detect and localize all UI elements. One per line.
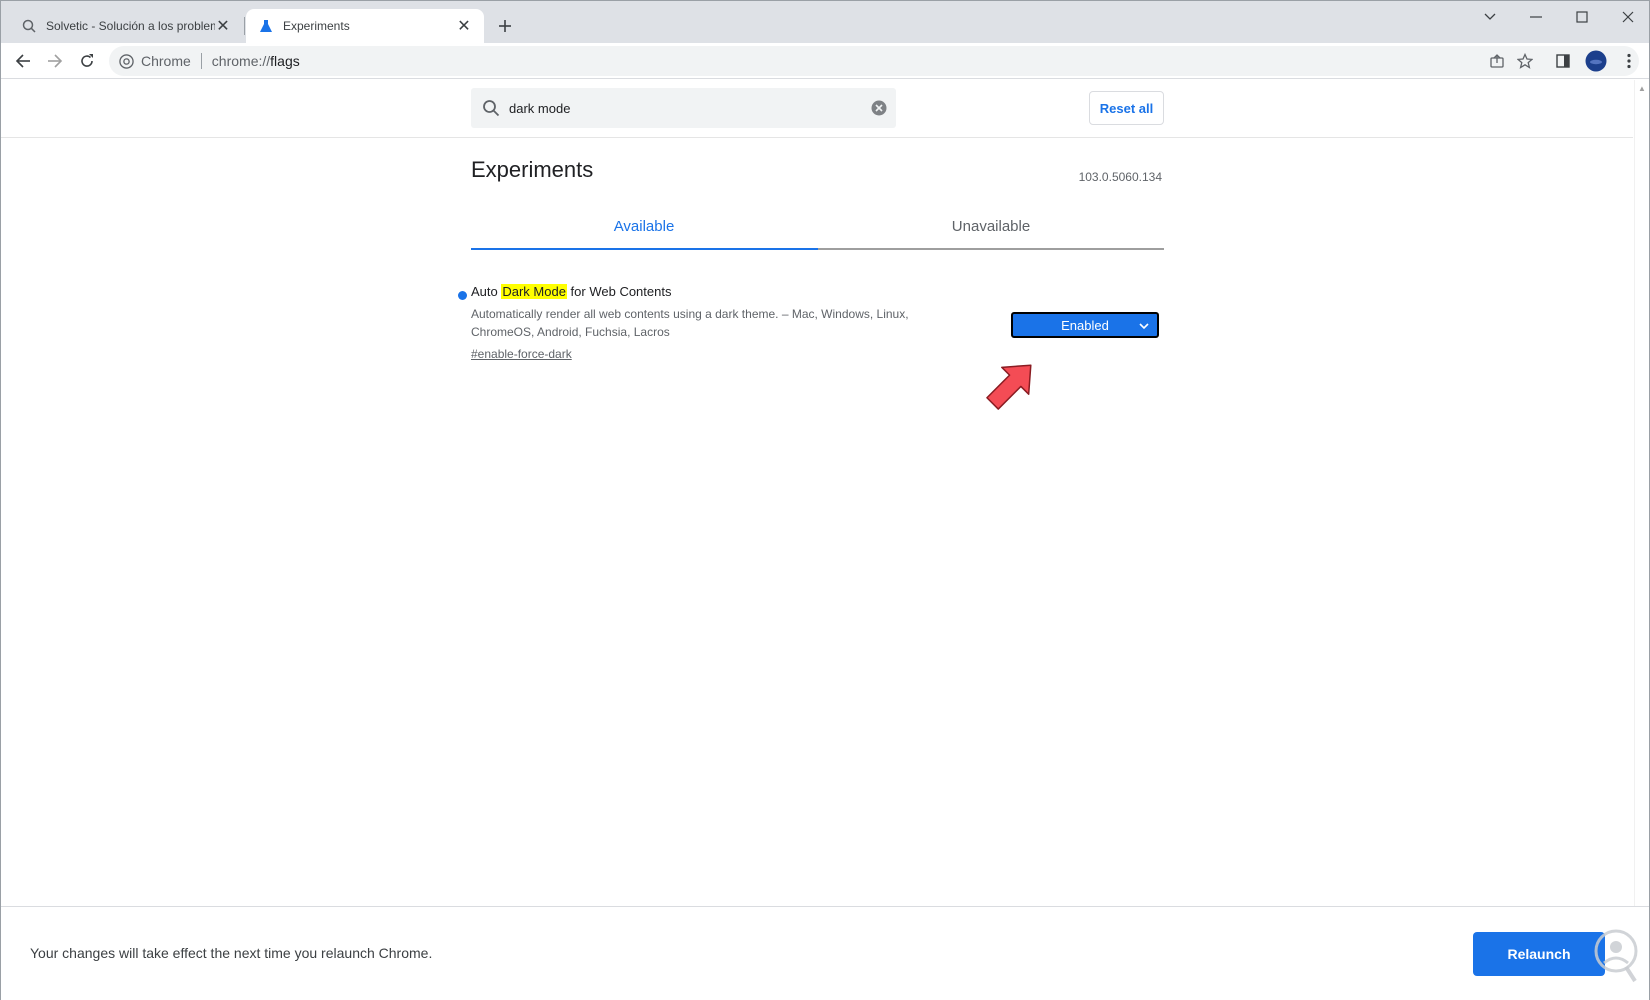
- share-icon[interactable]: [1485, 49, 1509, 73]
- close-icon[interactable]: ✕: [215, 18, 231, 35]
- relaunch-bar: Your changes will take effect the next t…: [1, 906, 1649, 1000]
- profile-avatar-icon[interactable]: [1584, 49, 1608, 73]
- clear-icon[interactable]: [870, 99, 888, 117]
- flags-header: Reset all: [1, 80, 1633, 138]
- active-tab-indicator: [471, 248, 818, 250]
- reload-icon[interactable]: [75, 49, 99, 73]
- tab-strip: Solvetic - Solución a los problem ✕ Expe…: [1, 1, 1649, 43]
- search-icon: [481, 98, 501, 118]
- page-title: Experiments: [471, 157, 594, 182]
- url-scheme: chrome://: [211, 53, 271, 69]
- modified-indicator: [458, 291, 467, 300]
- chrome-logo-icon: [119, 53, 134, 69]
- chevron-down-icon[interactable]: [1467, 1, 1513, 33]
- tab-title: Solvetic - Solución a los problem: [46, 19, 215, 33]
- experiment-name: Auto Dark Mode for Web Contents: [471, 284, 671, 299]
- window-close-icon[interactable]: [1605, 1, 1650, 33]
- search-icon: [21, 18, 37, 34]
- menu-icon[interactable]: [1617, 49, 1641, 73]
- tab-separator: [244, 17, 245, 35]
- site-chip[interactable]: Chrome: [119, 53, 191, 69]
- reset-all-button[interactable]: Reset all: [1089, 91, 1164, 125]
- forward-icon[interactable]: [43, 49, 67, 73]
- search-highlight: Dark Mode: [501, 284, 567, 299]
- experiment-name-prefix: Auto: [471, 284, 502, 299]
- side-panel-icon[interactable]: [1551, 49, 1575, 73]
- relaunch-button[interactable]: Relaunch: [1473, 932, 1605, 976]
- toolbar: Chrome chrome://flags: [1, 43, 1649, 79]
- relaunch-message: Your changes will take effect the next t…: [30, 945, 433, 961]
- experiment-name-suffix: for Web Contents: [566, 284, 672, 299]
- chip-label: Chrome: [141, 53, 191, 69]
- selected-option: Enabled: [1061, 317, 1109, 333]
- experiment-item: Auto Dark Mode for Web Contents Automati…: [458, 284, 1164, 364]
- maximize-icon[interactable]: [1559, 1, 1605, 33]
- flags-tabs: Available Unavailable: [471, 204, 1164, 250]
- scroll-up-icon[interactable]: ▲: [1638, 84, 1646, 93]
- annotation-arrow: [986, 364, 1032, 410]
- experiment-description: Automatically render all web contents us…: [471, 307, 909, 339]
- solvetic-logo-icon: [1594, 929, 1638, 983]
- vertical-scrollbar[interactable]: ▲: [1634, 80, 1649, 906]
- url-host: flags: [270, 53, 300, 69]
- close-icon[interactable]: ✕: [456, 18, 472, 35]
- experiment-state-select[interactable]: Enabled: [1011, 312, 1159, 338]
- plus-icon[interactable]: [493, 14, 517, 38]
- flags-search-box[interactable]: [471, 88, 896, 128]
- omnibox-divider: [200, 53, 202, 69]
- back-icon[interactable]: [11, 49, 35, 73]
- flags-search-input[interactable]: [509, 100, 849, 116]
- address-bar[interactable]: Chrome chrome://flags: [109, 46, 1639, 76]
- tab-experiments[interactable]: Experiments ✕: [246, 9, 484, 43]
- browser-window: Solvetic - Solución a los problem ✕ Expe…: [0, 0, 1650, 1000]
- chevron-down-icon: [1139, 319, 1149, 334]
- flask-icon: [258, 18, 274, 34]
- star-icon[interactable]: [1513, 49, 1537, 73]
- tab-title: Experiments: [283, 19, 350, 33]
- minimize-icon[interactable]: [1513, 1, 1559, 33]
- experiment-permalink[interactable]: #enable-force-dark: [471, 347, 572, 361]
- tab-solvetic[interactable]: Solvetic - Solución a los problem ✕: [9, 9, 243, 43]
- tab-available[interactable]: Available: [471, 204, 817, 248]
- tab-unavailable[interactable]: Unavailable: [818, 204, 1164, 248]
- chrome-version: 103.0.5060.134: [1078, 170, 1162, 184]
